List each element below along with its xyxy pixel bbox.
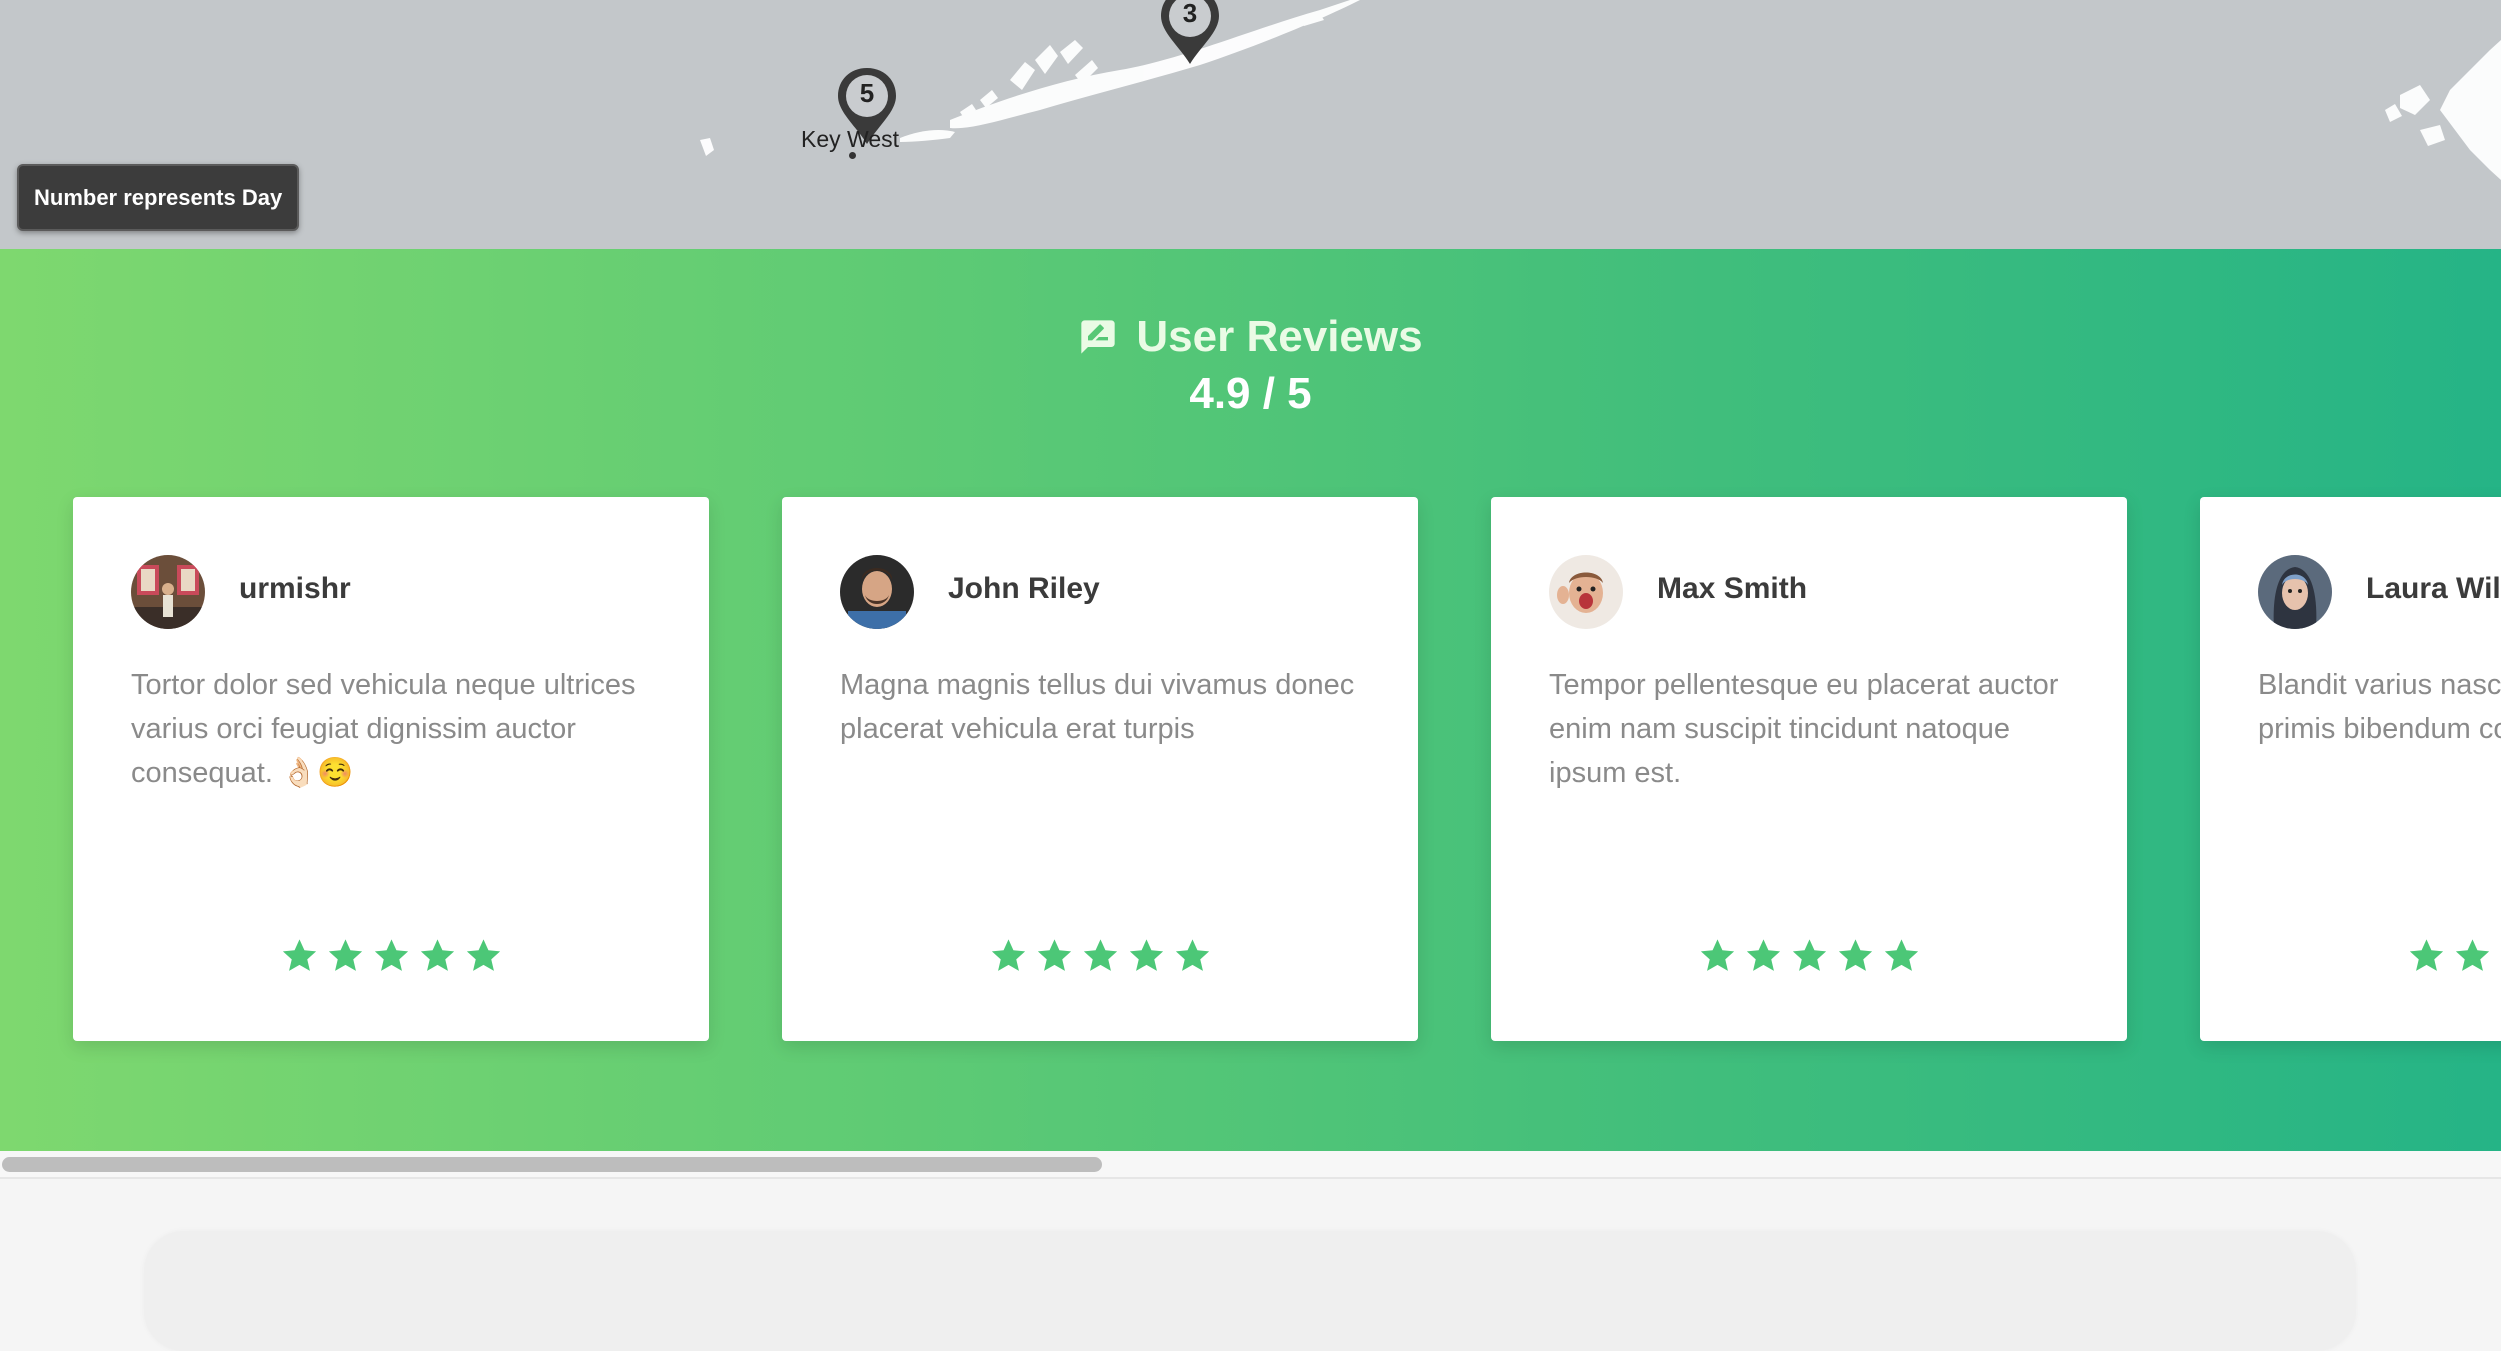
star-icon — [989, 937, 1028, 975]
star-icon — [1127, 937, 1166, 975]
star-icon — [2453, 937, 2492, 975]
star-icon — [418, 937, 457, 975]
map-legend: Number represents Day — [17, 164, 299, 231]
avatar — [1549, 555, 1623, 629]
map-city-label: Key West — [801, 126, 899, 153]
star-icon — [1173, 937, 1212, 975]
scrollbar-thumb[interactable] — [2, 1157, 1102, 1172]
avatar — [2258, 555, 2332, 629]
reviewer-name: urmishr — [239, 572, 351, 606]
user-reviews-section: User Reviews 4.9 / 5 urmishr Tortor dolo… — [0, 249, 2501, 1151]
map-city-dot — [849, 152, 856, 159]
star-icon — [1035, 937, 1074, 975]
star-icon — [1698, 937, 1737, 975]
review-card: Max Smith Tempor pellentesque eu placera… — [1491, 497, 2127, 1041]
review-text: Tortor dolor sed vehicula neque ultrices… — [131, 663, 661, 795]
review-stars — [73, 937, 709, 975]
marker-day-number: 3 — [1157, 0, 1223, 29]
reviews-average-rating: 4.9 / 5 — [0, 369, 2501, 419]
star-icon — [2407, 937, 2446, 975]
map-land-shapes — [0, 0, 2501, 249]
avatar — [131, 555, 205, 629]
marker-day-number: 5 — [834, 78, 900, 109]
review-icon — [1078, 317, 1118, 357]
star-icon — [1790, 937, 1829, 975]
star-icon — [280, 937, 319, 975]
star-icon — [464, 937, 503, 975]
reviews-heading: User Reviews — [0, 312, 2501, 362]
reviews-title: User Reviews — [1136, 312, 1422, 362]
review-card: Laura Wilson Blandit varius nascetur lor… — [2200, 497, 2501, 1041]
review-stars — [782, 937, 1418, 975]
marker-day-3[interactable]: 3 — [1157, 0, 1223, 66]
star-icon — [1081, 937, 1120, 975]
star-icon — [1882, 937, 1921, 975]
reviews-horizontal-scrollbar[interactable] — [0, 1151, 2501, 1179]
review-text: Magna magnis tellus dui vivamus donec pl… — [840, 663, 1370, 751]
review-text: Tempor pellentesque eu placerat auctor e… — [1549, 663, 2079, 795]
review-stars — [1491, 937, 2127, 975]
trip-map[interactable]: 3 5 Key West Number represents Day — [0, 0, 2501, 249]
review-card: John Riley Magna magnis tellus dui vivam… — [782, 497, 1418, 1041]
avatar — [840, 555, 914, 629]
review-card: urmishr Tortor dolor sed vehicula neque … — [73, 497, 709, 1041]
star-icon — [372, 937, 411, 975]
star-icon — [1744, 937, 1783, 975]
reviewer-name: Max Smith — [1657, 572, 1807, 606]
review-text: Blandit varius nascetur lorem himenaeos … — [2258, 663, 2501, 751]
reviewer-name: Laura Wilson — [2366, 572, 2501, 606]
review-stars — [2200, 937, 2501, 975]
next-section-panel — [144, 1231, 2356, 1351]
star-icon — [1836, 937, 1875, 975]
reviewer-name: John Riley — [948, 572, 1100, 606]
star-icon — [326, 937, 365, 975]
